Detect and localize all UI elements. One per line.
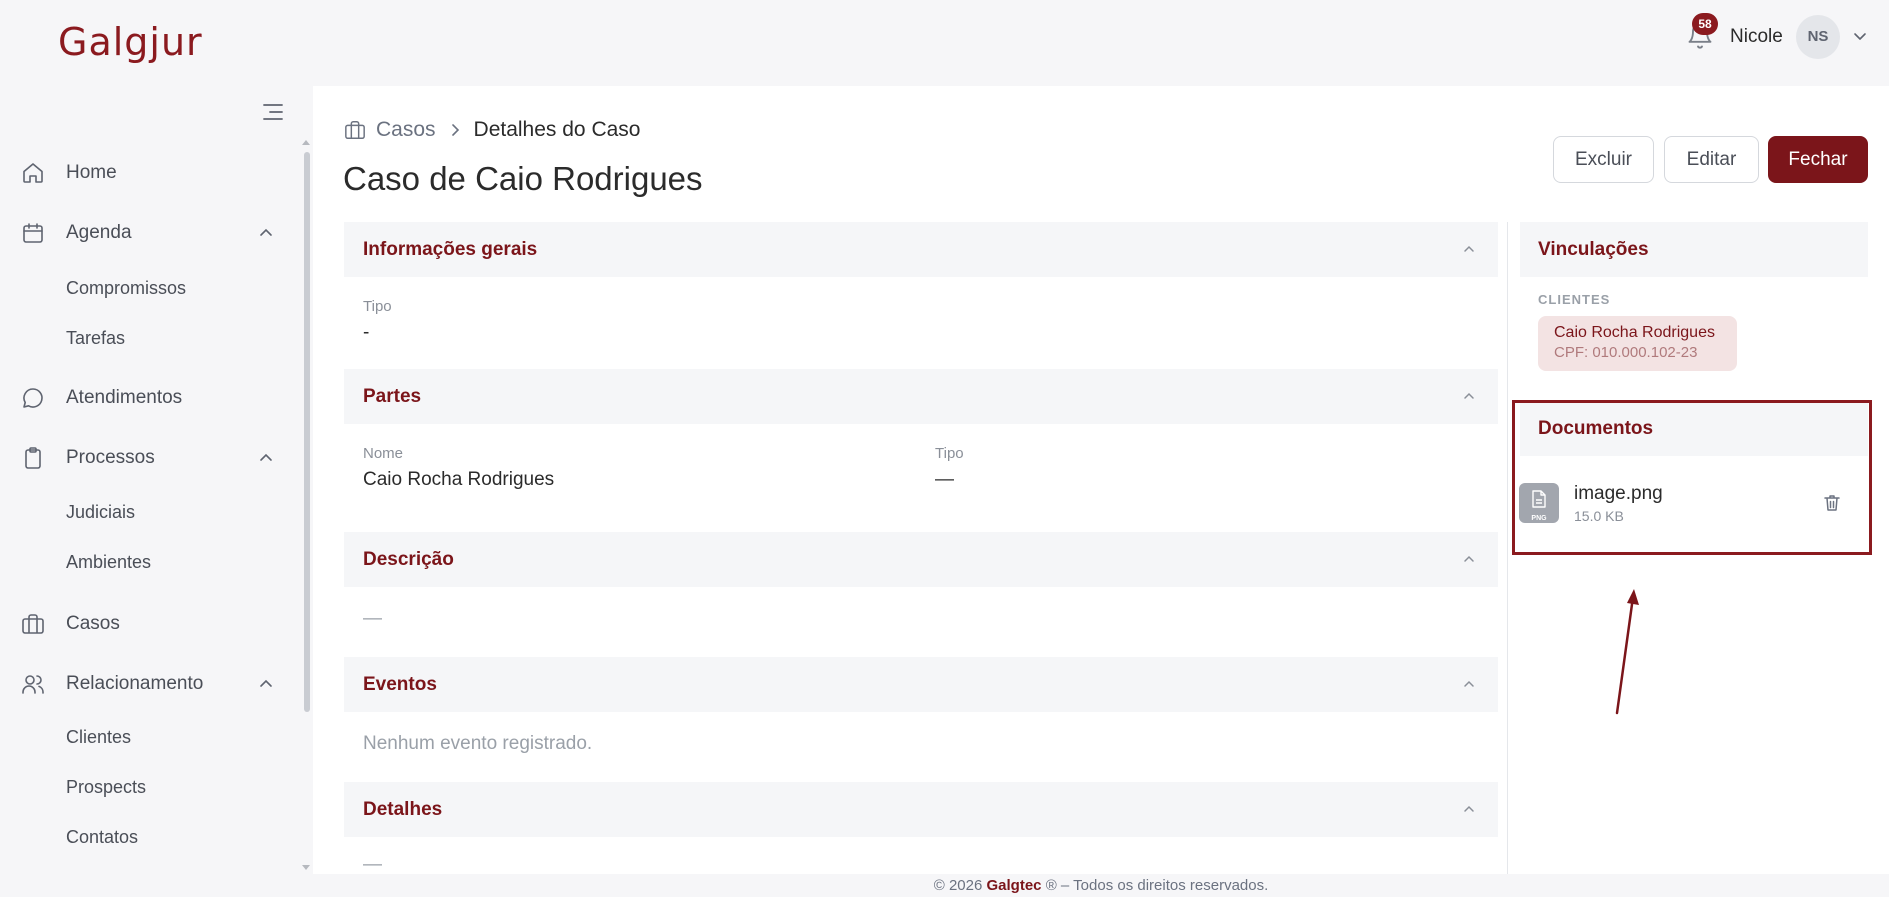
- clipboard-icon: [25, 447, 41, 469]
- sidebar-subitem-ambientes[interactable]: Ambientes: [66, 552, 151, 573]
- chevron-up-icon[interactable]: [258, 676, 274, 692]
- sidebar-item-relacionamento[interactable]: Relacionamento: [0, 661, 290, 705]
- sidebar-subitem-contatos[interactable]: Contatos: [66, 827, 138, 848]
- field-value-tipo: -: [363, 322, 370, 343]
- chevron-up-icon: [1464, 680, 1474, 687]
- section-title: Detalhes: [363, 799, 443, 820]
- chevron-up-icon[interactable]: [258, 225, 274, 241]
- description-value: —: [363, 608, 382, 629]
- edit-button[interactable]: Editar: [1664, 136, 1759, 183]
- sidebar-subitem-clientes[interactable]: Clientes: [66, 727, 131, 748]
- section-header-events[interactable]: Eventos: [344, 657, 1498, 712]
- section-title: Descrição: [363, 549, 454, 570]
- chevron-up-icon: [1464, 392, 1474, 399]
- clients-label: CLIENTES: [1538, 292, 1611, 307]
- chevron-up-icon[interactable]: [258, 450, 274, 466]
- section-header-description[interactable]: Descrição: [344, 532, 1498, 587]
- home-icon: [23, 163, 43, 183]
- sidebar-subitem-prospects[interactable]: Prospects: [66, 777, 146, 798]
- sidebar-item-label: Agenda: [66, 222, 132, 243]
- page-title: Caso de Caio Rodrigues: [343, 160, 703, 197]
- section-header-details[interactable]: Detalhes: [344, 782, 1498, 837]
- breadcrumb-current: Detalhes do Caso: [473, 118, 641, 141]
- breadcrumb: Casos Detalhes do Caso: [344, 118, 640, 142]
- annotation-arrow: [1615, 589, 1639, 715]
- section-title: Partes: [363, 386, 422, 407]
- chevron-right-icon: [451, 124, 459, 136]
- section-header-parties[interactable]: Partes: [344, 369, 1498, 424]
- sidebar-item-processos[interactable]: Processos: [0, 435, 290, 479]
- sidebar-subitem-judiciais[interactable]: Judiciais: [66, 502, 135, 523]
- documents-highlight-box: [1512, 400, 1872, 555]
- section-title: Eventos: [363, 674, 437, 695]
- notification-badge: 58: [1692, 13, 1718, 35]
- sidebar: Home Agenda Compromissos Tarefas Atendim…: [0, 86, 313, 897]
- briefcase-icon: [22, 614, 44, 634]
- close-button[interactable]: Fechar: [1768, 136, 1868, 183]
- field-value-nome: Caio Rocha Rodrigues: [363, 469, 555, 490]
- chevron-up-icon: [1464, 555, 1474, 562]
- links-title: Vinculações: [1538, 239, 1649, 260]
- menu-collapse-icon[interactable]: [262, 102, 284, 122]
- breadcrumb-casos[interactable]: Casos: [376, 118, 436, 142]
- chat-icon: [23, 388, 43, 408]
- sidebar-item-atendimentos[interactable]: Atendimentos: [0, 375, 290, 419]
- footer-prefix: © 2026: [933, 877, 983, 894]
- details-value: —: [363, 858, 382, 872]
- events-empty-text: Nenhum evento registrado.: [363, 733, 593, 754]
- footer-brand[interactable]: Galgtec: [987, 877, 1042, 894]
- sidebar-item-home[interactable]: Home: [0, 150, 290, 194]
- panel-divider: [1507, 222, 1508, 874]
- top-bar: Galgjur 58 Nicole NS: [0, 0, 1889, 86]
- logo-text: Galgjur: [58, 20, 203, 64]
- sidebar-item-label: Home: [66, 162, 117, 183]
- client-name: Caio Rocha Rodrigues: [1554, 324, 1715, 341]
- calendar-icon: [23, 223, 43, 243]
- sidebar-item-agenda[interactable]: Agenda: [0, 210, 290, 254]
- footer-suffix: ® – Todos os direitos reservados.: [1045, 877, 1269, 894]
- scroll-up-icon[interactable]: [301, 138, 311, 146]
- field-label-tipo: Tipo: [363, 298, 392, 315]
- chevron-up-icon: [1464, 805, 1474, 812]
- sidebar-item-label: Atendimentos: [66, 387, 183, 408]
- sidebar-item-label: Processos: [66, 447, 155, 468]
- sidebar-subitem-tarefas[interactable]: Tarefas: [66, 328, 125, 349]
- section-title: Informações gerais: [363, 239, 538, 260]
- sidebar-item-casos[interactable]: Casos: [0, 601, 290, 645]
- sidebar-scrollbar[interactable]: [304, 152, 310, 712]
- field-label-tipo-parte: Tipo: [935, 445, 964, 462]
- delete-button[interactable]: Excluir: [1553, 136, 1654, 183]
- sidebar-item-label: Casos: [66, 613, 120, 634]
- footer: © 2026 Galgtec ® – Todos os direitos res…: [313, 874, 1889, 897]
- users-icon: [22, 675, 44, 694]
- field-value-tipo-parte: —: [935, 469, 954, 490]
- client-cpf: CPF: 010.000.102-23: [1554, 344, 1698, 361]
- links-header: Vinculações: [1520, 222, 1868, 277]
- chevron-down-icon[interactable]: [1852, 28, 1868, 44]
- briefcase-icon: [345, 121, 365, 139]
- field-label-nome: Nome: [363, 445, 404, 462]
- section-header-general[interactable]: Informações gerais: [344, 222, 1498, 277]
- user-name[interactable]: Nicole: [1730, 26, 1783, 48]
- app-logo[interactable]: Galgjur: [58, 12, 230, 64]
- sidebar-item-label: Relacionamento: [66, 673, 204, 694]
- avatar[interactable]: NS: [1796, 15, 1840, 59]
- client-chip[interactable]: Caio Rocha Rodrigues CPF: 010.000.102-23: [1538, 316, 1737, 371]
- scroll-down-icon[interactable]: [301, 864, 311, 872]
- sidebar-subitem-compromissos[interactable]: Compromissos: [66, 278, 186, 299]
- chevron-up-icon: [1464, 245, 1474, 252]
